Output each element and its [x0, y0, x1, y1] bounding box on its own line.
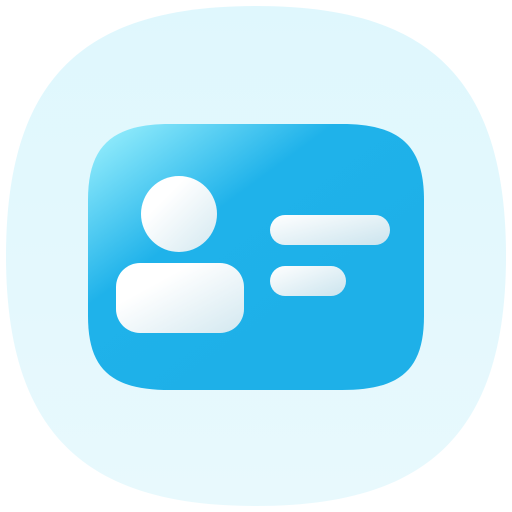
- avatar-body: [116, 263, 244, 333]
- app-icon: [0, 0, 512, 512]
- card-body: [88, 124, 424, 390]
- contact-card-icon: [6, 6, 506, 506]
- avatar-head: [141, 176, 217, 252]
- info-line-long: [270, 215, 390, 245]
- info-line-short: [270, 266, 346, 296]
